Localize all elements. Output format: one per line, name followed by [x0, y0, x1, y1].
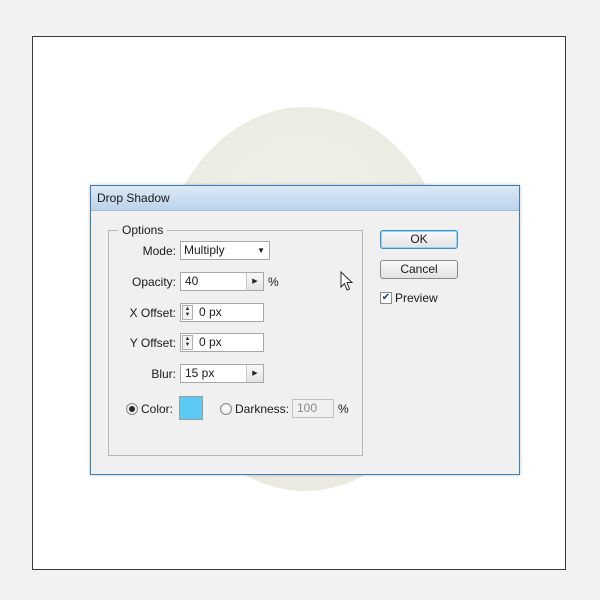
color-label: Color: — [141, 402, 174, 416]
up-down-spinner-icon[interactable]: ▲ ▼ — [182, 305, 193, 320]
x-offset-value: 0 px — [199, 305, 222, 319]
y-offset-label: Y Offset: — [129, 336, 176, 350]
chevron-right-icon[interactable]: ▶ — [246, 365, 263, 382]
y-offset-input[interactable]: ▲ ▼ 0 px — [180, 333, 264, 352]
x-offset-label: X Offset: — [129, 306, 176, 320]
blur-input[interactable]: 15 px ▶ — [180, 364, 264, 383]
preview-checkbox[interactable]: ✔ — [380, 292, 392, 304]
mode-value: Multiply — [184, 243, 225, 257]
mouse-pointer-icon — [340, 271, 354, 291]
ok-button[interactable]: OK — [380, 230, 458, 249]
up-down-spinner-icon[interactable]: ▲ ▼ — [182, 335, 193, 350]
x-offset-input[interactable]: ▲ ▼ 0 px — [180, 303, 264, 322]
options-legend: Options — [118, 223, 168, 237]
darkness-radio[interactable] — [220, 403, 232, 415]
mode-label: Mode: — [142, 244, 176, 258]
blur-label: Blur: — [151, 367, 176, 381]
darkness-value: 100 — [297, 401, 318, 415]
cancel-button[interactable]: Cancel — [380, 260, 458, 279]
chevron-right-icon[interactable]: ▶ — [246, 273, 263, 290]
opacity-unit: % — [268, 275, 279, 289]
darkness-label: Darkness: — [235, 402, 290, 416]
opacity-value: 40 — [185, 274, 199, 288]
mode-select[interactable]: Multiply ▼ — [180, 241, 270, 260]
color-swatch[interactable] — [179, 396, 203, 420]
dialog-title[interactable]: Drop Shadow — [91, 186, 519, 211]
opacity-label: Opacity: — [131, 275, 176, 289]
darkness-unit: % — [338, 402, 349, 416]
preview-label: Preview — [395, 291, 438, 305]
y-offset-value: 0 px — [199, 335, 222, 349]
color-radio[interactable] — [126, 403, 138, 415]
blur-value: 15 px — [185, 366, 215, 380]
opacity-input[interactable]: 40 ▶ — [180, 272, 264, 291]
chevron-down-icon: ▼ — [257, 246, 265, 255]
drop-shadow-dialog: Drop Shadow Options Mode: Multiply ▼ Opa… — [90, 185, 520, 475]
darkness-input[interactable]: 100 — [292, 399, 334, 418]
check-icon: ✔ — [381, 292, 391, 303]
